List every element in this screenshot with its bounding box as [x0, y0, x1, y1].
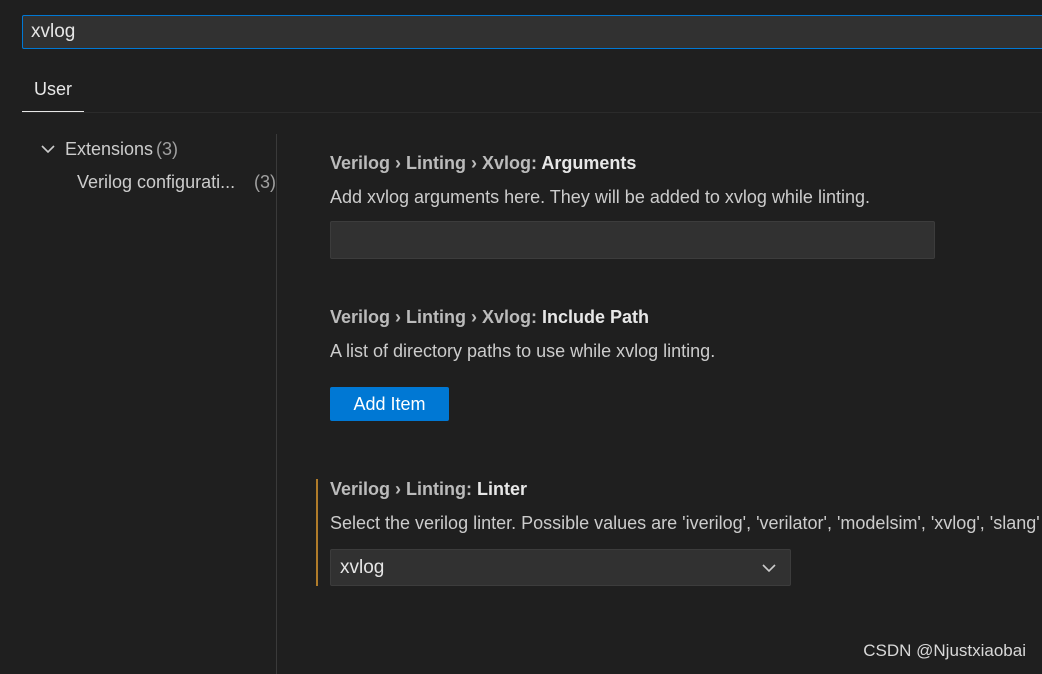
setting-breadcrumb: Verilog › Linting:	[330, 479, 477, 499]
setting-description: A list of directory paths to use while x…	[330, 341, 716, 361]
toc-group-count: (3)	[156, 139, 178, 159]
setting-name: Linter	[477, 479, 528, 499]
setting-description: Select the verilog linter. Possible valu…	[330, 513, 1040, 533]
tab-user[interactable]: User	[22, 68, 85, 112]
setting-description: Add xvlog arguments here. They will be a…	[330, 187, 870, 207]
xvlog-arguments-input[interactable]	[330, 221, 935, 259]
setting-title: Verilog › Linting: Linter	[330, 477, 1042, 501]
setting-title: Verilog › Linting › Xvlog: Arguments	[330, 151, 1042, 175]
setting-title: Verilog › Linting › Xvlog: Include Path	[330, 305, 1042, 329]
setting-name: Include Path	[542, 307, 650, 327]
linter-select[interactable]: xvlog	[330, 549, 791, 586]
setting-breadcrumb: Verilog › Linting › Xvlog:	[330, 307, 542, 327]
toc-item-count: (3)	[254, 172, 276, 192]
setting-breadcrumb: Verilog › Linting › Xvlog:	[330, 153, 542, 173]
toc-item-label: Verilog configurati...	[77, 172, 236, 192]
settings-table-of-contents: Extensions (3) Verilog configurati... (3…	[22, 134, 277, 674]
settings-search-input[interactable]	[22, 15, 1042, 49]
toc-item-verilog-configuration[interactable]: Verilog configurati... (3)	[22, 167, 276, 197]
setting-name: Arguments	[541, 153, 637, 173]
modified-indicator	[316, 479, 318, 586]
linter-select-value: xvlog	[340, 557, 385, 578]
setting-xvlog-arguments: Verilog › Linting › Xvlog: Arguments Add…	[330, 151, 1042, 259]
setting-xvlog-include-path: Verilog › Linting › Xvlog: Include Path …	[330, 305, 1042, 421]
toc-group-extensions[interactable]: Extensions (3)	[22, 134, 276, 164]
setting-linter: Verilog › Linting: Linter Select the ver…	[330, 477, 1042, 586]
add-item-button[interactable]: Add Item	[330, 387, 449, 421]
chevron-down-icon	[762, 564, 776, 573]
toc-group-label: Extensions	[65, 139, 154, 159]
chevron-down-icon	[41, 145, 55, 154]
watermark: CSDN @Njustxiaobai	[863, 641, 1026, 660]
settings-scope-tabs: User	[22, 68, 1042, 113]
